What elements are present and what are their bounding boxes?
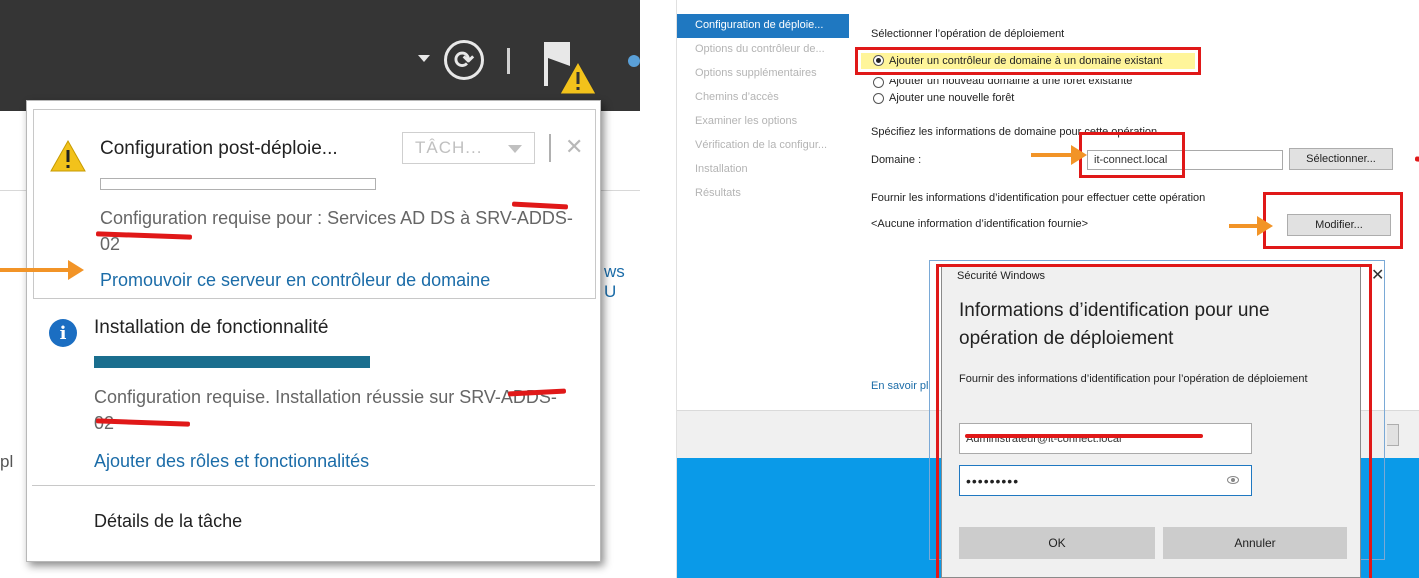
dropdown-caret-icon[interactable]	[418, 55, 430, 62]
notification-separator	[549, 134, 551, 162]
info-icon: i	[49, 319, 77, 347]
redaction-mark	[965, 434, 1203, 438]
nav-item-dc-options[interactable]: Options du contrôleur de...	[677, 38, 847, 62]
add-roles-link[interactable]: Ajouter des rôles et fonctionnalités	[94, 451, 369, 472]
credentials-status: <Aucune information d’identification fou…	[871, 218, 1089, 230]
footer-button-fragment[interactable]	[1387, 424, 1399, 446]
annotation-arrow	[0, 260, 84, 280]
radio-new-domain[interactable]	[873, 77, 884, 88]
close-icon[interactable]: ✕	[1371, 265, 1384, 285]
task-details-link[interactable]: Détails de la tâche	[94, 511, 242, 532]
domain-label: Domaine :	[871, 154, 922, 166]
notification-title: Installation de fonctionnalité	[94, 317, 329, 338]
nav-item-paths[interactable]: Chemins d’accès	[677, 86, 847, 110]
server-manager-panel: ⟳ ws U pl Configuration post-déploie... …	[0, 0, 640, 578]
toolbar-separator	[507, 48, 510, 74]
notification-description: Configuration requise pour : Services AD…	[100, 208, 573, 254]
nav-item-installation[interactable]: Installation	[677, 158, 847, 182]
warning-icon	[50, 140, 86, 172]
nav-item-additional-options[interactable]: Options supplémentaires	[677, 62, 847, 86]
notifications-popup: Configuration post-déploie... TÂCH... ✕ …	[26, 100, 601, 562]
redaction-mark	[1414, 156, 1419, 165]
background-text: pl	[0, 452, 14, 471]
option-new-domain-label: Ajouter un nouveau domaine à une forêt e…	[889, 75, 1133, 87]
annotation-box	[855, 47, 1201, 75]
close-icon[interactable]: ✕	[565, 134, 583, 160]
radio-new-forest[interactable]	[873, 93, 884, 104]
credentials-heading: Fournir les informations d’identificatio…	[871, 192, 1206, 204]
annotation-box	[1079, 132, 1185, 178]
notification-title: Configuration post-déploie...	[100, 138, 338, 159]
progress-bar-complete	[94, 356, 370, 368]
flag-warning-icon[interactable]	[540, 36, 600, 96]
background-divider	[600, 190, 640, 191]
refresh-icon[interactable]: ⟳	[444, 40, 484, 80]
promote-dc-link[interactable]: Promouvoir ce serveur en contrôleur de d…	[100, 270, 490, 291]
operation-heading: Sélectionner l’opération de déploiement	[871, 28, 1065, 40]
background-text: ws U	[604, 262, 625, 301]
annotation-box	[1263, 192, 1403, 249]
tasks-dropdown[interactable]: TÂCH...	[402, 132, 535, 164]
user-indicator-icon[interactable]	[628, 55, 640, 67]
popup-separator	[32, 485, 595, 486]
nav-item-prereq-check[interactable]: Vérification de la configur...	[677, 134, 847, 158]
tasks-dropdown-label: TÂCH...	[415, 138, 483, 157]
chevron-down-icon	[508, 145, 522, 153]
progress-bar-empty	[100, 178, 376, 190]
select-domain-button[interactable]: Sélectionner...	[1289, 148, 1393, 170]
server-manager-toolbar: ⟳	[0, 0, 640, 111]
annotation-box	[936, 264, 1372, 578]
wizard-navigation: Configuration de déploie... Options du c…	[677, 0, 849, 410]
nav-item-review[interactable]: Examiner les options	[677, 110, 847, 134]
notification-description: Configuration requise. Installation réus…	[94, 387, 557, 433]
nav-item-deployment-config[interactable]: Configuration de déploie...	[677, 14, 849, 38]
ad-ds-configuration-wizard: Configuration de déploie... Options du c…	[676, 0, 1419, 578]
option-new-forest-label: Ajouter une nouvelle forêt	[889, 92, 1015, 104]
learn-more-link[interactable]: En savoir pl	[871, 380, 928, 392]
nav-item-results[interactable]: Résultats	[677, 182, 847, 206]
annotation-arrow	[1229, 216, 1273, 236]
annotation-arrow	[1031, 145, 1087, 165]
